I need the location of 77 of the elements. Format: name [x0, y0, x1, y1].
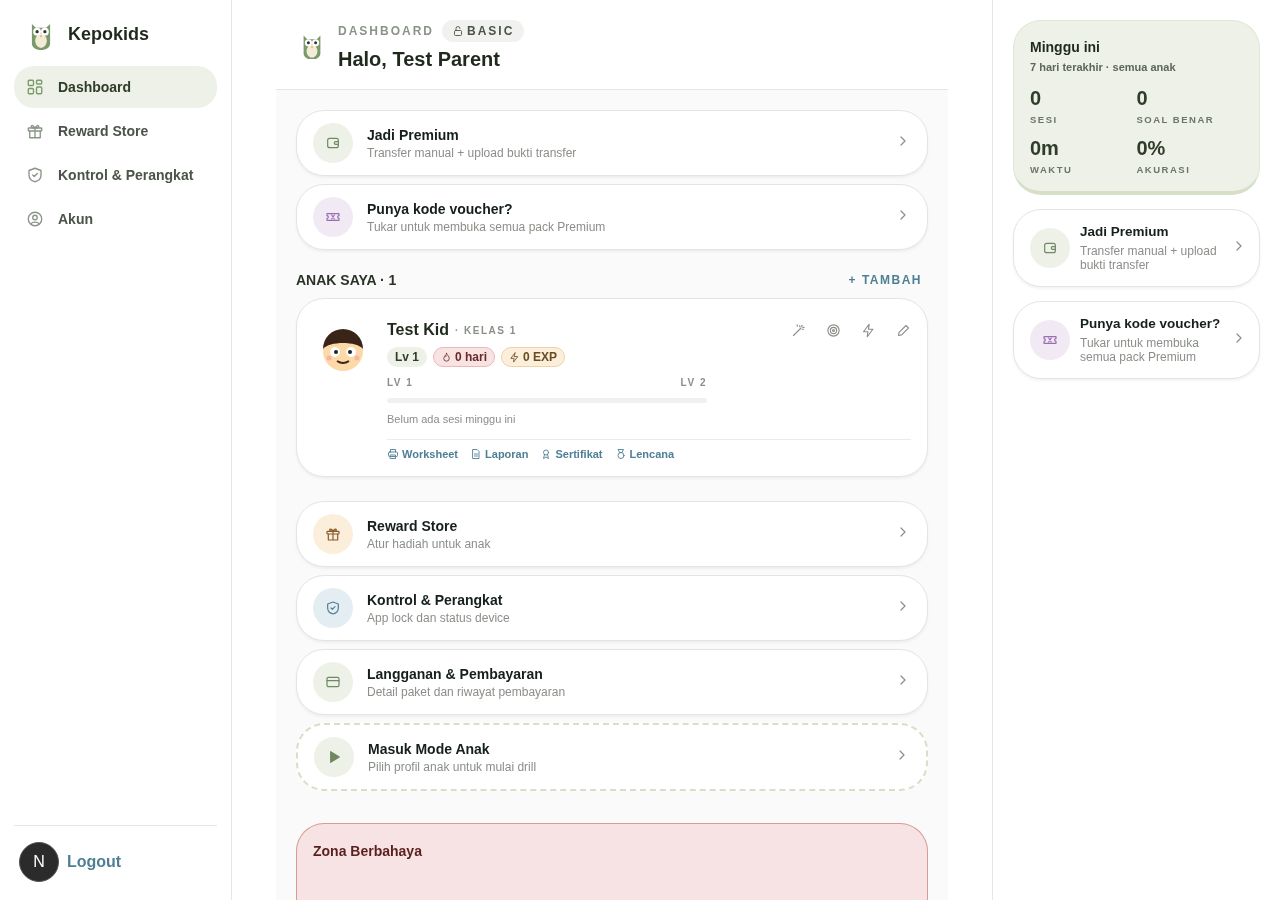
menu-card[interactable]: Reward Store Atur hadiah untuk anak — [296, 501, 928, 567]
stat-value: 0 — [1136, 87, 1149, 110]
child-grade: · KELAS 1 — [454, 324, 517, 336]
card-title: Jadi Premium — [1080, 224, 1170, 239]
card-title: Jadi Premium — [367, 126, 460, 143]
menu-card[interactable]: Langganan & Pembayaran Detail paket dan riwayat pembayaran — [296, 649, 928, 715]
lightning-icon — [861, 322, 876, 338]
wallet-icon — [325, 135, 341, 151]
card-subtitle: Tukar untuk membuka semua pack Premium — [1080, 336, 1200, 364]
danger-zone-title: Zona Berbahaya — [313, 843, 422, 859]
sidebar-item[interactable]: Akun — [14, 197, 217, 240]
pencil-icon — [896, 322, 911, 338]
stat-value: 0m — [1030, 137, 1060, 160]
card-subtitle: Atur hadiah untuk anak — [367, 536, 492, 551]
child-link[interactable]: Laporan — [470, 448, 529, 460]
add-child-button[interactable]: + TAMBAH — [842, 272, 928, 288]
stat-value: 0 — [1030, 87, 1043, 110]
sidebar-item[interactable]: Reward Store — [14, 109, 217, 152]
section-title: ANAK SAYA · 1 — [296, 272, 397, 288]
sidebar-item[interactable]: Dashboard — [14, 65, 217, 108]
card-subtitle: Tukar untuk membuka semua pack Premium — [367, 219, 607, 234]
stat-label: SOAL BENAR — [1136, 114, 1216, 125]
menu-card[interactable]: Punya kode voucher? Tukar untuk membuka semua pack Premium — [296, 184, 928, 250]
stat-label: AKURASI — [1136, 164, 1192, 175]
logout-link[interactable]: Logout — [67, 853, 122, 871]
child-link[interactable]: Lencana — [614, 448, 675, 460]
child-link[interactable]: Sertifikat — [540, 448, 603, 460]
card-title: Masuk Mode Anak — [368, 740, 491, 757]
page-title: Halo, Test Parent — [338, 48, 501, 71]
lock-icon — [452, 25, 464, 37]
level-start-label: LV 1 — [387, 377, 414, 388]
card-subtitle: Detail paket dan riwayat pembayaran — [367, 684, 567, 699]
card-title: Kontrol & Perangkat — [367, 591, 504, 608]
card-title: Punya kode voucher? — [1080, 316, 1221, 331]
user-circle-icon — [26, 209, 44, 228]
stat-value: 0% — [1136, 137, 1167, 160]
child-link[interactable]: Worksheet — [387, 448, 459, 460]
page-eyebrow: DASHBOARD — [338, 24, 434, 38]
card-subtitle: Transfer manual + upload bukti transfer — [367, 145, 578, 160]
shield-check-icon — [26, 165, 44, 184]
summary-subtitle: 7 hari terakhir · semua anak — [1030, 61, 1177, 73]
brand-name: Kepokids — [68, 24, 150, 46]
summary-title: Minggu ini — [1030, 39, 1101, 55]
target-icon — [826, 322, 841, 338]
grid-icon — [26, 77, 44, 96]
menu-card[interactable]: Jadi Premium Transfer manual + upload bukti transfer — [1013, 209, 1260, 287]
card-title: Reward Store — [367, 517, 459, 534]
lightning-icon — [509, 351, 521, 363]
level-badge: Lv 1 — [387, 347, 427, 367]
wallet-icon — [1042, 240, 1058, 256]
card-title: Langganan & Pembayaran — [367, 665, 544, 682]
card-subtitle: App lock dan status device — [367, 610, 511, 625]
session-note: Belum ada sesi minggu ini — [387, 413, 517, 425]
menu-card[interactable]: Punya kode voucher? Tukar untuk membuka semua pack Premium — [1013, 301, 1260, 379]
kid-mode-card[interactable]: Masuk Mode Anak Pilih profil anak untuk mulai drill — [296, 723, 928, 791]
medal-icon — [614, 448, 627, 460]
printer-icon — [387, 448, 399, 460]
plan-badge: BASIC — [442, 20, 525, 42]
magic-wand-icon — [791, 322, 806, 338]
card-subtitle: Transfer manual + upload bukti transfer — [1080, 244, 1218, 272]
shield-check-icon — [325, 600, 341, 616]
stat-label: WAKTU — [1030, 164, 1074, 175]
flame-icon — [441, 351, 452, 363]
dev-indicator-button[interactable]: N — [19, 842, 59, 882]
stat-label: SESI — [1030, 114, 1059, 125]
child-name: Test Kid — [387, 321, 449, 339]
card-title: Punya kode voucher? — [367, 200, 514, 217]
document-icon — [470, 448, 483, 460]
gift-icon — [325, 526, 341, 542]
credit-card-icon — [325, 674, 341, 690]
level-end-label: LV 2 — [680, 377, 707, 388]
streak-badge: 0 hari — [433, 347, 496, 367]
exp-badge: 0 EXP — [501, 347, 566, 367]
menu-card[interactable]: Jadi Premium Transfer manual + upload bukti transfer — [296, 110, 928, 176]
sidebar-item[interactable]: Kontrol & Perangkat — [14, 153, 217, 196]
card-subtitle: Pilih profil anak untuk mulai drill — [368, 759, 538, 774]
menu-card[interactable]: Kontrol & Perangkat App lock dan status device — [296, 575, 928, 641]
